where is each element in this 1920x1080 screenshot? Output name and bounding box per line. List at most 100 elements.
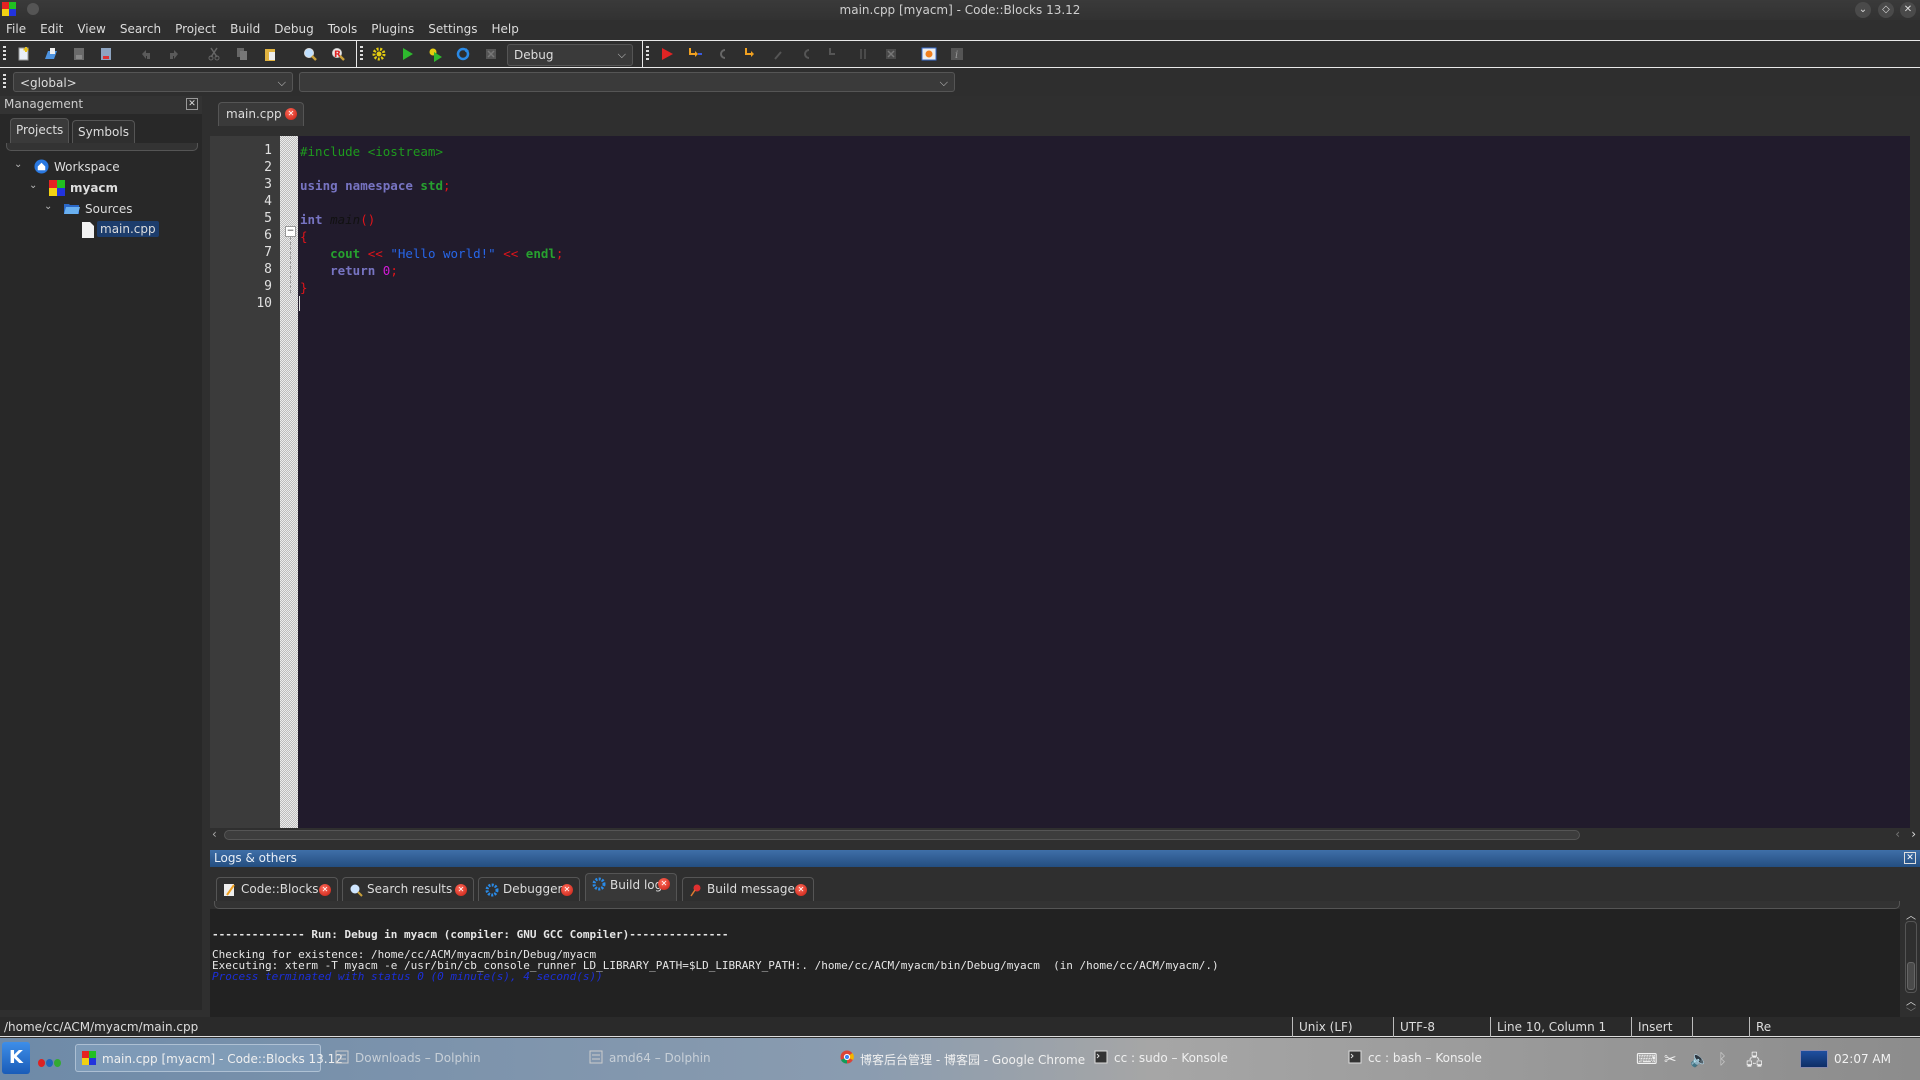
activity-dots-icon[interactable] [38, 1056, 61, 1070]
replace-icon[interactable]: R [330, 46, 346, 62]
toolbar-grip[interactable] [3, 46, 6, 62]
menu-view[interactable]: View [70, 20, 112, 38]
task-downloads-dolphin[interactable]: Downloads – Dolphin [329, 1044, 481, 1072]
editor-horizontal-scrollbar[interactable]: ‹ ‹ › [210, 827, 1920, 842]
save-all-icon[interactable] [98, 46, 114, 62]
toolbar-grip[interactable] [646, 46, 649, 62]
redo-icon[interactable] [166, 46, 182, 62]
info-icon[interactable]: i [949, 46, 965, 62]
chevron-down-icon[interactable]: ⌄ [14, 159, 22, 170]
find-icon[interactable] [302, 46, 318, 62]
menu-file[interactable]: File [0, 20, 33, 38]
menu-tools[interactable]: Tools [321, 20, 365, 38]
editor-tab-main-cpp[interactable]: main.cpp ✕ [218, 102, 304, 126]
network-icon[interactable]: 🖧 [1746, 1050, 1763, 1075]
build-run-icon[interactable] [427, 46, 443, 62]
chevron-down-icon[interactable]: ⌄ [29, 180, 37, 191]
break-icon[interactable] [855, 46, 871, 62]
log-tab-debugger[interactable]: Debugger ✕ [478, 877, 580, 901]
menu-edit[interactable]: Edit [33, 20, 70, 38]
build-target-select[interactable]: Debug ⌵ [507, 44, 633, 66]
scroll-up-icon[interactable]: ︿ [1906, 907, 1916, 922]
menu-debug[interactable]: Debug [267, 20, 320, 38]
menu-plugins[interactable]: Plugins [364, 20, 421, 38]
scrollbar-trough[interactable] [1905, 921, 1917, 993]
step-out-icon[interactable] [771, 46, 787, 62]
close-tab-icon[interactable]: ✕ [561, 884, 573, 896]
menu-search[interactable]: Search [113, 20, 168, 38]
menu-project[interactable]: Project [168, 20, 223, 38]
kde-launcher-icon[interactable]: K [2, 1042, 30, 1074]
cut-icon[interactable] [206, 46, 222, 62]
tree-item-sources[interactable]: ⌄ Sources [44, 200, 194, 220]
save-icon[interactable] [71, 46, 87, 62]
task-konsole-sudo[interactable]: cc : sudo – Konsole [1088, 1044, 1228, 1072]
close-panel-icon[interactable]: ✕ [186, 98, 198, 110]
tab-symbols[interactable]: Symbols [72, 120, 135, 144]
next-line-icon[interactable] [715, 46, 731, 62]
bluetooth-icon[interactable]: ᛒ [1718, 1050, 1727, 1068]
chevron-down-icon[interactable]: ⌄ [44, 201, 52, 212]
log-tab-codeblocks[interactable]: Code::Blocks ✕ [216, 877, 338, 901]
step-into-icon[interactable] [743, 46, 759, 62]
stop-debugger-icon[interactable] [883, 46, 899, 62]
tree-item-main-cpp[interactable]: main.cpp [80, 221, 160, 241]
symbol-select[interactable]: ⌵ [299, 72, 955, 92]
task-konsole-bash[interactable]: cc : bash – Konsole [1342, 1044, 1482, 1072]
keyboard-icon[interactable]: ⌨ [1636, 1050, 1658, 1068]
menu-settings[interactable]: Settings [421, 20, 484, 38]
tree-item-workspace[interactable]: ⌄ Workspace [14, 158, 194, 178]
tree-item-project[interactable]: ⌄ myacm [29, 179, 199, 199]
build-icon[interactable] [371, 46, 387, 62]
task-chrome[interactable]: 博客后台管理 - 博客园 - Google Chrome [834, 1044, 1085, 1072]
close-tab-icon[interactable]: ✕ [455, 884, 467, 896]
step-into-instruction-icon[interactable] [827, 46, 843, 62]
debug-start-icon[interactable] [659, 46, 675, 62]
run-icon[interactable] [399, 46, 415, 62]
menu-build[interactable]: Build [223, 20, 267, 38]
code-line[interactable]: #include <iostream> [300, 144, 443, 159]
next-instruction-icon[interactable] [799, 46, 815, 62]
scrollbar-thumb[interactable] [224, 830, 1580, 840]
paste-icon[interactable] [262, 46, 278, 62]
close-tab-icon[interactable]: ✕ [319, 884, 331, 896]
title-bar[interactable]: main.cpp [myacm] - Code::Blocks 13.12 ⌄ … [0, 0, 1920, 20]
abort-icon[interactable] [483, 46, 499, 62]
task-codeblocks[interactable]: main.cpp [myacm] - Code::Blocks 13.12 [75, 1044, 343, 1072]
close-button[interactable]: ✕ [1900, 2, 1916, 18]
debug-windows-icon[interactable] [921, 46, 937, 62]
close-panel-icon[interactable]: ✕ [1904, 852, 1916, 864]
undo-icon[interactable] [138, 46, 154, 62]
close-tab-icon[interactable]: ✕ [795, 884, 807, 896]
code-line[interactable]: int main() [300, 212, 375, 227]
scroll-left-icon[interactable]: ‹ [212, 827, 217, 841]
code-editor[interactable]: #include <iostream> using namespace std; i… [298, 136, 1910, 828]
close-tab-icon[interactable]: ✕ [285, 108, 297, 120]
code-line[interactable]: } [300, 280, 308, 295]
log-tab-build-messages[interactable]: Build messages ✕ [682, 877, 814, 901]
code-line[interactable]: { [300, 229, 308, 244]
code-line[interactable]: cout << "Hello world!" << endl; [300, 246, 563, 261]
scrollbar-thumb[interactable] [1907, 962, 1915, 990]
run-to-cursor-icon[interactable] [687, 46, 703, 62]
desktop-pager-icon[interactable] [1800, 1050, 1828, 1068]
toolbar-grip[interactable] [3, 74, 6, 90]
scope-select[interactable]: <global> ⌵ [13, 72, 293, 92]
minimize-button[interactable]: ⌄ [1855, 2, 1871, 18]
code-line[interactable]: return 0; [300, 263, 398, 278]
menu-help[interactable]: Help [484, 20, 525, 38]
fold-margin[interactable]: − [280, 136, 298, 828]
close-tab-icon[interactable]: ✕ [658, 878, 670, 890]
volume-icon[interactable]: 🔈 [1690, 1050, 1709, 1068]
scroll-left-icon[interactable]: ‹ [1895, 827, 1900, 841]
scroll-right-icon[interactable]: › [1911, 827, 1916, 841]
fold-toggle-icon[interactable]: − [285, 226, 296, 237]
tab-projects[interactable]: Projects [10, 118, 70, 144]
clock[interactable]: 02:07 AM [1834, 1052, 1891, 1066]
toolbar-grip[interactable] [360, 46, 363, 62]
code-line[interactable]: using namespace std; [300, 178, 451, 193]
log-vertical-scrollbar[interactable]: ︿ ︿ ﹀ [1904, 907, 1918, 1019]
log-tab-search-results[interactable]: Search results ✕ [342, 877, 474, 901]
build-log-text[interactable]: -------------- Run: Debug in myacm (comp… [210, 909, 1900, 1017]
scissors-icon[interactable]: ✂ [1664, 1050, 1677, 1068]
